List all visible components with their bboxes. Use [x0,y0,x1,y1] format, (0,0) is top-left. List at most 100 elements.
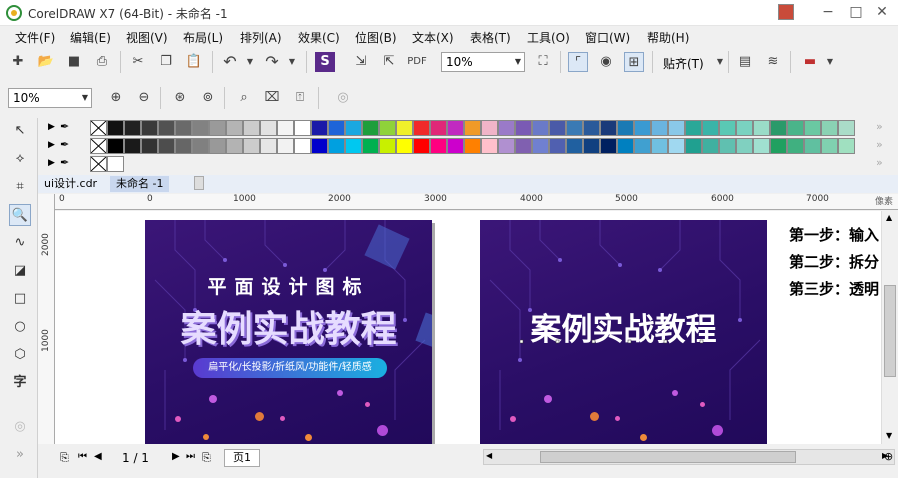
palette-swatch[interactable] [481,120,498,136]
palette-swatch[interactable] [345,120,362,136]
palette-swatch[interactable] [141,138,158,154]
zoom-to-page-width-icon[interactable]: ⌧ [262,88,282,108]
import-icon[interactable]: ⇲ [351,52,371,72]
freehand-tool-icon[interactable]: ∿ [9,232,31,254]
zoom-to-page-height-icon[interactable]: ⍐ [290,88,310,108]
palette-swatch[interactable] [277,120,294,136]
save-icon[interactable]: ■ [64,52,84,72]
zoom-in-icon[interactable]: ⊕ [106,88,126,108]
last-page-icon[interactable]: ⏭ [186,451,195,462]
ellipse-tool-icon[interactable]: ○ [9,316,31,338]
print-icon[interactable]: ⎙ [92,52,112,72]
palette-swatch[interactable] [464,120,481,136]
palette-swatch[interactable] [192,138,209,154]
palette-swatch[interactable] [770,120,787,136]
palette-swatch[interactable] [736,138,753,154]
menu-help[interactable]: 帮助(H) [647,29,689,46]
palette-swatch[interactable] [447,138,464,154]
redo-icon[interactable]: ↷ [262,52,282,72]
palette-swatch[interactable] [549,120,566,136]
snap-to-label[interactable]: 贴齐(T) [663,55,704,72]
full-screen-icon[interactable]: ⛶ [533,52,553,72]
palette-swatch[interactable] [668,138,685,154]
menu-file[interactable]: 文件(F) [15,29,55,46]
menu-view[interactable]: 视图(V) [126,29,168,46]
palette-swatch[interactable] [668,120,685,136]
eyedropper-icon[interactable]: ✒ [60,120,69,133]
palette-swatch[interactable] [328,138,345,154]
first-page-icon[interactable]: ⏮ [78,451,87,462]
vertical-scrollbar[interactable]: ▲ ▼ [881,211,898,444]
no-color-swatch[interactable] [90,156,107,172]
palette-swatch[interactable] [821,120,838,136]
zoom-to-page-icon[interactable]: ⌕ [234,88,254,108]
menu-layout[interactable]: 布局(L) [183,29,223,46]
palette-swatch[interactable] [617,120,634,136]
zoom-levels-combo[interactable]: 10% ▼ [8,88,92,108]
palette-expand-arrow-icon[interactable]: ▶ [48,158,55,168]
palette-swatch[interactable] [600,120,617,136]
palette-swatch[interactable] [787,138,804,154]
pick-tool-icon[interactable]: ↖ [9,120,31,142]
polygon-tool-icon[interactable]: ⬡ [9,344,31,366]
palette-swatch[interactable] [634,138,651,154]
palette-swatch[interactable] [753,138,770,154]
menu-text[interactable]: 文本(X) [412,29,454,46]
palette-swatch[interactable] [566,138,583,154]
palette-swatch[interactable] [396,138,413,154]
palette-swatch[interactable] [447,120,464,136]
palette-swatch[interactable] [583,138,600,154]
palette-expand-arrow-icon[interactable]: ▶ [48,122,55,132]
publish-pdf-icon[interactable]: PDF [407,52,427,72]
zoom-to-selected-icon[interactable]: ⊛ [170,88,190,108]
no-color-swatch[interactable] [90,120,107,136]
palette-swatch[interactable] [175,138,192,154]
palette-swatch[interactable] [532,120,549,136]
scroll-up-icon[interactable]: ▲ [886,213,892,222]
smart-fill-tool-icon[interactable]: ◪ [9,260,31,282]
palette-swatch[interactable] [107,138,124,154]
next-page-icon[interactable]: ▶ [172,451,180,462]
palette-swatch[interactable] [702,120,719,136]
palette-swatch[interactable] [328,120,345,136]
palette-swatch[interactable] [685,120,702,136]
shape-tool-icon[interactable]: ⟡ [9,148,31,170]
palette-swatch[interactable] [753,120,770,136]
palette-scroll-icon[interactable]: » [876,138,883,151]
palette-swatch[interactable] [583,120,600,136]
text-tool-icon[interactable]: 字 [9,372,31,394]
user-avatar-icon[interactable] [778,4,794,20]
menu-arrange[interactable]: 排列(A) [240,29,282,46]
cut-icon[interactable]: ✂ [128,52,148,72]
zoom-out-icon[interactable]: ⊖ [134,88,154,108]
palette-swatch[interactable] [158,138,175,154]
zoom-navigator-icon[interactable]: ⊕ [884,450,893,463]
crop-tool-icon[interactable]: ⌗ [9,176,31,198]
palette-swatch[interactable] [702,138,719,154]
palette-swatch[interactable] [413,138,430,154]
palette-swatch[interactable] [379,120,396,136]
palette-swatch[interactable] [413,120,430,136]
previous-page-icon[interactable]: ◀ [94,451,102,462]
undo-dropdown-icon[interactable]: ▼ [240,52,260,72]
horizontal-ruler[interactable]: 0 0 1000 2000 3000 4000 5000 6000 7000 像… [55,194,898,210]
palette-swatch[interactable] [175,120,192,136]
snap-dropdown-icon[interactable]: ▼ [710,52,730,72]
palette-swatch[interactable] [192,120,209,136]
palette-swatch[interactable] [617,138,634,154]
launcher-dropdown-icon[interactable]: ▼ [820,52,840,72]
palette-swatch[interactable] [770,138,787,154]
palette-swatch[interactable] [226,138,243,154]
palette-swatch[interactable] [515,138,532,154]
palette-swatch[interactable] [685,138,702,154]
application-launcher-icon[interactable]: ▬ [800,52,820,72]
palette-swatch[interactable] [719,120,736,136]
vertical-ruler[interactable]: 2000 1000 [38,194,55,444]
palette-swatch[interactable] [124,120,141,136]
palette-swatch[interactable] [566,120,583,136]
palette-swatch[interactable] [243,138,260,154]
drawing-canvas[interactable]: 平面设计图标 案例实战教程 扁平化/长投影/折纸风/功能件/轻质感 案例实战教程 [55,211,881,445]
horizontal-scroll-thumb[interactable] [540,451,796,463]
eyedropper-icon[interactable]: ✒ [60,138,69,151]
artboard-2[interactable]: 案例实战教程 [480,220,767,445]
